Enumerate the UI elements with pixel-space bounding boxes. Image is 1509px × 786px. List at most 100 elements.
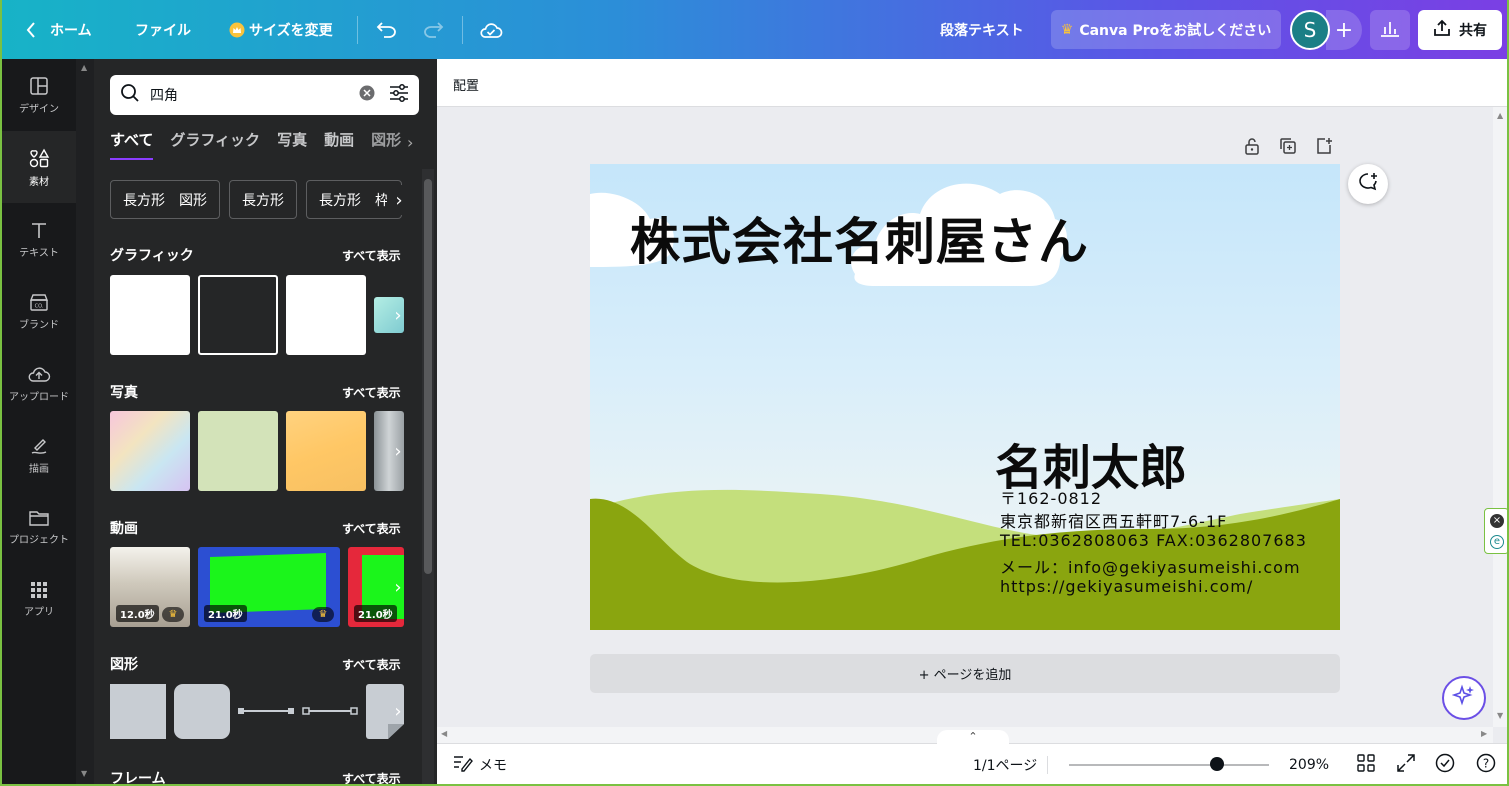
layout-icon	[29, 76, 49, 96]
zoom-slider-thumb[interactable]	[1210, 757, 1224, 771]
tab-graphics[interactable]: グラフィック	[170, 129, 260, 150]
see-all-graphics-link[interactable]: すべて表示	[342, 247, 401, 264]
tab-shapes[interactable]: 図形	[371, 129, 401, 150]
see-all-frames-link[interactable]: すべて表示	[342, 770, 401, 784]
fullscreen-button[interactable]	[1397, 744, 1415, 784]
canva-editor: ホーム ファイル サイズを変更 段落テキスト ♛ Canva Proをお試しくだ…	[0, 0, 1509, 786]
add-page-button[interactable]: + ページを追加	[590, 654, 1340, 693]
grid-view-button[interactable]	[1357, 744, 1375, 784]
share-button[interactable]: 共有	[1418, 10, 1502, 50]
search-input[interactable]: 四角	[150, 85, 359, 105]
crown-icon: ♛	[1060, 21, 1074, 38]
invite-button[interactable]: +	[1326, 10, 1362, 50]
chevron-up-icon: ⌃	[968, 730, 978, 743]
browser-extension-widget[interactable]: × e	[1484, 508, 1507, 554]
insights-button[interactable]	[1370, 10, 1410, 50]
zoom-slider[interactable]	[1069, 764, 1269, 766]
postal-code[interactable]: 〒162-0812	[1000, 485, 1102, 509]
tab-photos[interactable]: 写真	[277, 129, 307, 150]
videos-next-icon[interactable]: ›	[386, 572, 410, 602]
show-pages-button[interactable]: ⌃	[937, 730, 1009, 744]
rail-item-brand[interactable]: CO. ブランド	[2, 275, 76, 347]
redo-button[interactable]	[422, 0, 444, 59]
rail-item-draw[interactable]: 描画	[2, 419, 76, 491]
avatar[interactable]: S	[1290, 10, 1330, 50]
rail-item-apps[interactable]: アプリ	[2, 563, 76, 635]
tabs-next-icon[interactable]: ›	[407, 133, 413, 152]
photo-pastel-gradient[interactable]	[110, 411, 190, 491]
magic-assistant-button[interactable]	[1442, 676, 1486, 720]
chip[interactable]: 長方形	[229, 180, 297, 219]
panel-scrollbar-thumb[interactable]	[424, 179, 432, 574]
file-menu-button[interactable]: ファイル	[135, 0, 191, 59]
help-button[interactable]: ?	[1476, 744, 1496, 784]
notes-button[interactable]: メモ	[453, 744, 507, 784]
text-icon	[29, 220, 49, 240]
clear-search-icon[interactable]	[359, 85, 375, 105]
rail-label: 素材	[29, 176, 49, 188]
photo-orange-paper[interactable]	[286, 411, 366, 491]
chip[interactable]: 長方形 図形	[110, 180, 220, 219]
see-all-shapes-link[interactable]: すべて表示	[342, 656, 401, 673]
add-page-icon[interactable]	[1314, 136, 1334, 156]
panel-scrollbar[interactable]	[422, 169, 434, 784]
zoom-level[interactable]: 209%	[1289, 744, 1329, 784]
filter-icon[interactable]	[389, 84, 409, 106]
shape-square[interactable]	[110, 684, 166, 739]
graphics-next-icon[interactable]: ›	[386, 300, 410, 330]
video-green-screen[interactable]: 21.0秒 ♛	[198, 547, 340, 627]
business-card-page[interactable]: 株式会社名刺屋さん 名刺太郎 〒162-0812 東京都新宿区西五軒町7-6-1…	[590, 164, 1340, 630]
graphic-outline-square[interactable]	[198, 275, 278, 355]
page-indicator[interactable]: 1/1ページ	[973, 744, 1037, 784]
rail-label: テキスト	[19, 247, 59, 259]
address[interactable]: 東京都新宿区西五軒町7-6-1F	[1000, 508, 1227, 532]
canvas-vertical-scrollbar[interactable]: ▲ ▼	[1493, 107, 1507, 727]
panel-left-scrollbar[interactable]: ▲ ▼	[76, 59, 94, 784]
shape-line-hollow-ends[interactable]	[300, 699, 360, 723]
tel-fax[interactable]: TEL:0362808063 FAX:0362807683	[1000, 531, 1307, 550]
rail-item-text[interactable]: テキスト	[2, 203, 76, 275]
see-all-photos-link[interactable]: すべて表示	[342, 384, 401, 401]
email[interactable]: メール：info@gekiyasumeishi.com	[1000, 554, 1301, 578]
suggestion-chips: 長方形 図形 長方形 長方形 枠	[110, 180, 406, 220]
tab-videos[interactable]: 動画	[324, 129, 354, 150]
extension-logo-icon[interactable]: e	[1490, 535, 1504, 549]
photos-next-icon[interactable]: ›	[386, 436, 410, 466]
check-button[interactable]	[1435, 744, 1455, 784]
duration-badge: 21.0秒	[204, 605, 247, 622]
crown-icon: ♛	[312, 607, 334, 622]
shape-line-square-ends[interactable]	[236, 699, 296, 723]
cloud-save-button[interactable]	[479, 0, 503, 59]
chips-next-icon[interactable]: ›	[387, 185, 411, 215]
tab-all[interactable]: すべて	[110, 129, 154, 160]
duplicate-page-icon[interactable]	[1278, 136, 1298, 156]
try-pro-button[interactable]: ♛ Canva Proをお試しください	[1051, 10, 1281, 49]
graphic-white-square[interactable]	[286, 275, 366, 355]
website-url[interactable]: https://gekiyasumeishi.com/	[1000, 577, 1253, 596]
add-comment-button[interactable]	[1348, 164, 1388, 204]
search-box[interactable]: 四角	[110, 75, 419, 115]
cloud-check-icon	[479, 21, 503, 39]
undo-button[interactable]	[376, 0, 398, 59]
rail-item-uploads[interactable]: アップロード	[2, 347, 76, 419]
video-columns[interactable]: 12.0秒 ♛	[110, 547, 190, 627]
svg-text:CO.: CO.	[35, 303, 44, 309]
home-button[interactable]: ホーム	[26, 0, 92, 59]
see-all-videos-link[interactable]: すべて表示	[342, 520, 401, 537]
comment-plus-icon	[1357, 171, 1379, 197]
share-label: 共有	[1459, 23, 1487, 39]
close-icon[interactable]: ×	[1490, 514, 1504, 528]
company-name[interactable]: 株式会社名刺屋さん	[630, 202, 1089, 274]
shape-rounded-square[interactable]	[174, 684, 230, 739]
lock-icon[interactable]	[1242, 136, 1262, 156]
section-title-videos: 動画	[110, 521, 138, 537]
position-button[interactable]: 配置	[453, 75, 479, 94]
rail-item-design[interactable]: デザイン	[2, 59, 76, 131]
photo-green-paper[interactable]	[198, 411, 278, 491]
rail-item-elements[interactable]: 素材	[2, 131, 76, 203]
shapes-next-icon[interactable]: ›	[386, 696, 410, 726]
graphic-white-square[interactable]	[110, 275, 190, 355]
resize-button[interactable]: サイズを変更	[229, 0, 333, 59]
rail-item-projects[interactable]: プロジェクト	[2, 491, 76, 563]
chevron-left-icon	[26, 21, 36, 38]
